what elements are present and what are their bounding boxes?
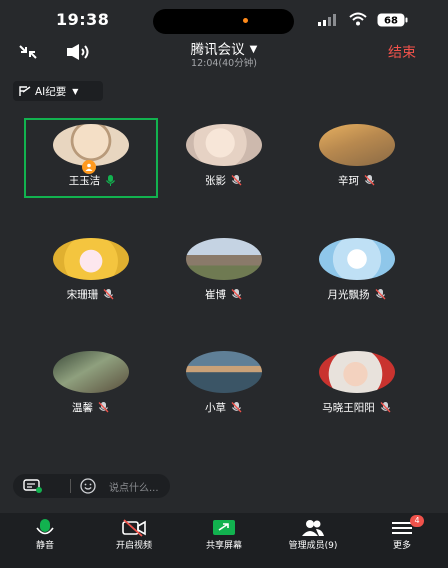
participant-name-row: 温馨 [24, 400, 158, 415]
mic-muted-icon [380, 402, 391, 413]
avatar [319, 351, 395, 393]
emoji-icon[interactable] [80, 478, 96, 494]
status-bar: 19:38 68 [0, 0, 448, 40]
manage-members-button[interactable]: 管理成员(9) [268, 513, 358, 568]
notification-badge: 4 [410, 515, 424, 527]
participant-name: 张影 [205, 175, 226, 187]
mic-muted-icon [231, 402, 242, 413]
battery-level: 68 [384, 16, 398, 27]
participant-name: 温馨 [72, 402, 93, 414]
cellular-signal-icon [318, 14, 336, 26]
participant-tile[interactable]: 张影 [157, 118, 291, 198]
wifi-icon [349, 12, 367, 26]
participant-name-row: 王玉洁 [26, 173, 160, 188]
end-meeting-button[interactable]: 结束 [388, 42, 416, 62]
participant-name: 王玉洁 [68, 175, 101, 187]
comment-input[interactable]: 说点什么... [109, 479, 159, 494]
avatar [319, 124, 395, 166]
chevron-down-icon: ▼ [72, 86, 79, 96]
share-screen-icon [213, 520, 235, 535]
more-label: 更多 [392, 541, 411, 551]
ai-minutes-icon [19, 85, 31, 96]
participant-name: 辛珂 [338, 175, 359, 187]
participant-name: 崔博 [205, 289, 226, 301]
mic-on-icon [106, 175, 116, 186]
participant-name-row: 小草 [157, 400, 291, 415]
avatar [186, 238, 262, 280]
recording-indicator-icon [243, 18, 248, 23]
participant-name: 小草 [205, 402, 226, 414]
video-off-icon [122, 519, 146, 537]
mic-muted-icon [231, 289, 242, 300]
mute-label: 静音 [35, 541, 54, 551]
participant-tile[interactable]: 温馨 [24, 345, 158, 425]
participant-name-row: 张影 [157, 173, 291, 188]
meeting-header: 腾讯会议 ▼ 12:04(40分钟) 结束 [0, 36, 448, 70]
mic-muted-icon [375, 289, 385, 300]
status-time: 19:38 [56, 10, 110, 29]
share-screen-label: 共享屏幕 [205, 541, 242, 551]
ai-minutes-button[interactable]: AI纪要 ▼ [13, 81, 103, 101]
participant-tile[interactable]: 崔博 [157, 232, 291, 312]
host-badge-icon [82, 160, 96, 174]
participant-name: 月光飘扬 [327, 289, 370, 301]
participant-name-row: 月光飘扬 [290, 287, 424, 302]
avatar [53, 351, 129, 393]
members-icon [302, 520, 324, 536]
participant-name: 马晓王阳阳 [322, 402, 375, 414]
start-video-label: 开启视频 [115, 541, 152, 551]
participant-name-row: 宋珊珊 [24, 287, 158, 302]
participant-tile[interactable]: 辛珂 [290, 118, 424, 198]
manage-members-label: 管理成员(9) [288, 541, 338, 551]
chevron-down-icon: ▼ [249, 44, 258, 55]
comment-bar: 说点什么... [13, 474, 170, 498]
avatar [186, 124, 262, 166]
barrage-toggle-icon[interactable] [23, 479, 43, 493]
mute-button[interactable]: 静音 [0, 513, 90, 568]
meeting-duration: 12:04(40分钟) [191, 58, 257, 69]
avatar [319, 238, 395, 280]
mic-muted-icon [231, 175, 242, 186]
microphone-icon [36, 519, 54, 535]
mic-muted-icon [103, 289, 114, 300]
avatar [53, 238, 129, 280]
dynamic-island [153, 9, 294, 34]
participant-name-row: 辛珂 [290, 173, 424, 188]
battery-icon: 68 [377, 13, 408, 27]
bottom-toolbar: 静音 开启视频 共享屏幕 管理成员(9) 更多 4 [0, 513, 448, 568]
participant-tile[interactable]: 王玉洁 [24, 118, 158, 198]
participant-tile[interactable]: 月光飘扬 [290, 232, 424, 312]
avatar [186, 351, 262, 393]
participant-name: 宋珊珊 [66, 289, 99, 301]
more-button[interactable]: 更多 [357, 513, 447, 568]
mic-muted-icon [98, 402, 109, 413]
participant-tile[interactable]: 小草 [157, 345, 291, 425]
ai-minutes-label: AI纪要 [35, 85, 67, 98]
participant-tile[interactable]: 马晓王阳阳 [290, 345, 424, 425]
share-screen-button[interactable]: 共享屏幕 [179, 513, 269, 568]
mic-muted-icon [364, 175, 375, 186]
participant-tile[interactable]: 宋珊珊 [24, 232, 158, 312]
participant-name-row: 马晓王阳阳 [290, 400, 424, 415]
participant-name-row: 崔博 [157, 287, 291, 302]
start-video-button[interactable]: 开启视频 [89, 513, 179, 568]
divider [70, 479, 71, 493]
